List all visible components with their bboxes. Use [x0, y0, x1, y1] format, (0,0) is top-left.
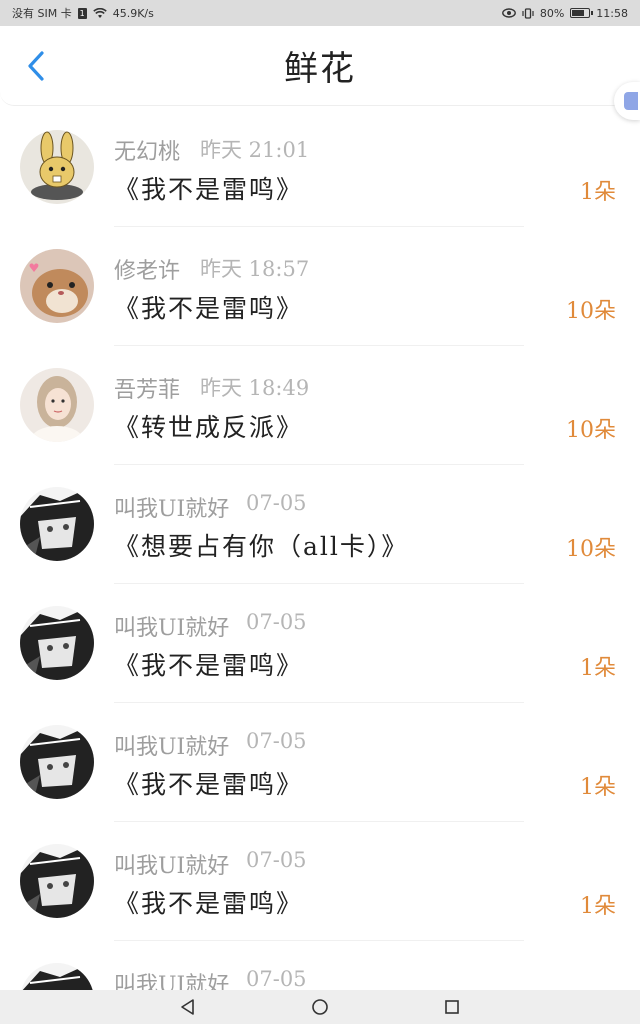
book-title[interactable]: 《我不是雷鸣》 — [114, 765, 303, 801]
time: 昨天 21:01 — [200, 138, 310, 162]
flower-count: 10朵 — [566, 299, 616, 324]
nav-recents-button[interactable] — [441, 996, 463, 1018]
list-item[interactable]: 叫我UI就好 07-05 《我不是雷鸣》 1朵 — [0, 703, 640, 822]
book-title[interactable]: 《想要占有你（all卡）》 — [114, 527, 408, 563]
time: 昨天 18:49 — [200, 376, 310, 400]
header: 鲜花 — [0, 26, 640, 106]
flower-count: 1朵 — [580, 894, 616, 919]
battery-level — [572, 10, 585, 16]
list-item[interactable]: 叫我UI就好 07-05 《想要占有你（all卡）》 10朵 — [0, 465, 640, 584]
list-item[interactable]: 无幻桃 昨天 21:01 《我不是雷鸣》 1朵 — [0, 108, 640, 227]
time: 07-05 — [246, 491, 307, 515]
eye-icon — [501, 8, 516, 18]
list-item[interactable]: 修老许 昨天 18:57 《我不是雷鸣》 10朵 — [0, 227, 640, 346]
battery-percent: 80% — [539, 6, 565, 20]
circle-home-icon — [312, 999, 328, 1015]
network-speed: 45.9K/s — [112, 6, 154, 20]
sim-badge: 1 — [77, 7, 87, 19]
username[interactable]: 吾芳菲 — [114, 372, 180, 404]
vibrate-icon — [522, 7, 534, 19]
username[interactable]: 无幻桃 — [114, 134, 180, 166]
triangle-back-icon — [181, 999, 194, 1015]
flower-count: 10朵 — [566, 537, 616, 562]
avatar-anime[interactable] — [20, 487, 94, 561]
flower-list: 无幻桃 昨天 21:01 《我不是雷鸣》 1朵 修老许 昨天 18:57 《我不… — [0, 108, 640, 1024]
back-button[interactable] — [20, 50, 52, 82]
avatar-rabbit[interactable] — [20, 130, 94, 204]
avatar-anime[interactable] — [20, 606, 94, 680]
username[interactable]: 叫我UI就好 — [114, 729, 229, 761]
flower-count: 1朵 — [580, 656, 616, 681]
time: 07-05 — [246, 610, 307, 634]
avatar-girl[interactable] — [20, 368, 94, 442]
nav-home-button[interactable] — [309, 996, 331, 1018]
carrier-text: 没有 SIM 卡 — [12, 7, 72, 20]
system-nav-bar — [0, 990, 640, 1024]
time: 07-05 — [246, 729, 307, 753]
avatar-anime[interactable] — [20, 844, 94, 918]
list-item[interactable]: 吾芳菲 昨天 18:49 《转世成反派》 10朵 — [0, 346, 640, 465]
flower-count: 1朵 — [580, 775, 616, 800]
book-title[interactable]: 《我不是雷鸣》 — [114, 289, 303, 325]
status-left: 没有 SIM 卡 1 45.9K/s — [12, 5, 154, 21]
status-right: 80% 11:58 — [501, 6, 628, 20]
book-title[interactable]: 《转世成反派》 — [114, 408, 303, 444]
list-item[interactable]: 叫我UI就好 07-05 《我不是雷鸣》 1朵 — [0, 584, 640, 703]
square-recents-icon — [445, 1000, 459, 1014]
flower-count: 1朵 — [580, 180, 616, 205]
avatar-hamster[interactable] — [20, 249, 94, 323]
time: 07-05 — [246, 848, 307, 872]
wifi-icon — [92, 7, 107, 19]
list-item[interactable]: 叫我UI就好 07-05 《我不是雷鸣》 1朵 — [0, 822, 640, 941]
book-title[interactable]: 《我不是雷鸣》 — [114, 646, 303, 682]
clock: 11:58 — [596, 6, 628, 20]
status-bar: 没有 SIM 卡 1 45.9K/s 80% 11:58 — [0, 0, 640, 26]
book-title[interactable]: 《我不是雷鸣》 — [114, 884, 303, 920]
book-title[interactable]: 《我不是雷鸣》 — [114, 170, 303, 206]
time: 07-05 — [246, 967, 307, 991]
page-title: 鲜花 — [284, 49, 356, 89]
chevron-left-icon — [28, 51, 44, 81]
battery-icon — [570, 8, 594, 18]
avatar-anime[interactable] — [20, 725, 94, 799]
username[interactable]: 叫我UI就好 — [114, 610, 229, 642]
flower-count: 10朵 — [566, 418, 616, 443]
username[interactable]: 叫我UI就好 — [114, 491, 229, 523]
time: 昨天 18:57 — [200, 257, 310, 281]
username[interactable]: 修老许 — [114, 253, 180, 285]
nav-back-button[interactable] — [177, 996, 199, 1018]
username[interactable]: 叫我UI就好 — [114, 848, 229, 880]
